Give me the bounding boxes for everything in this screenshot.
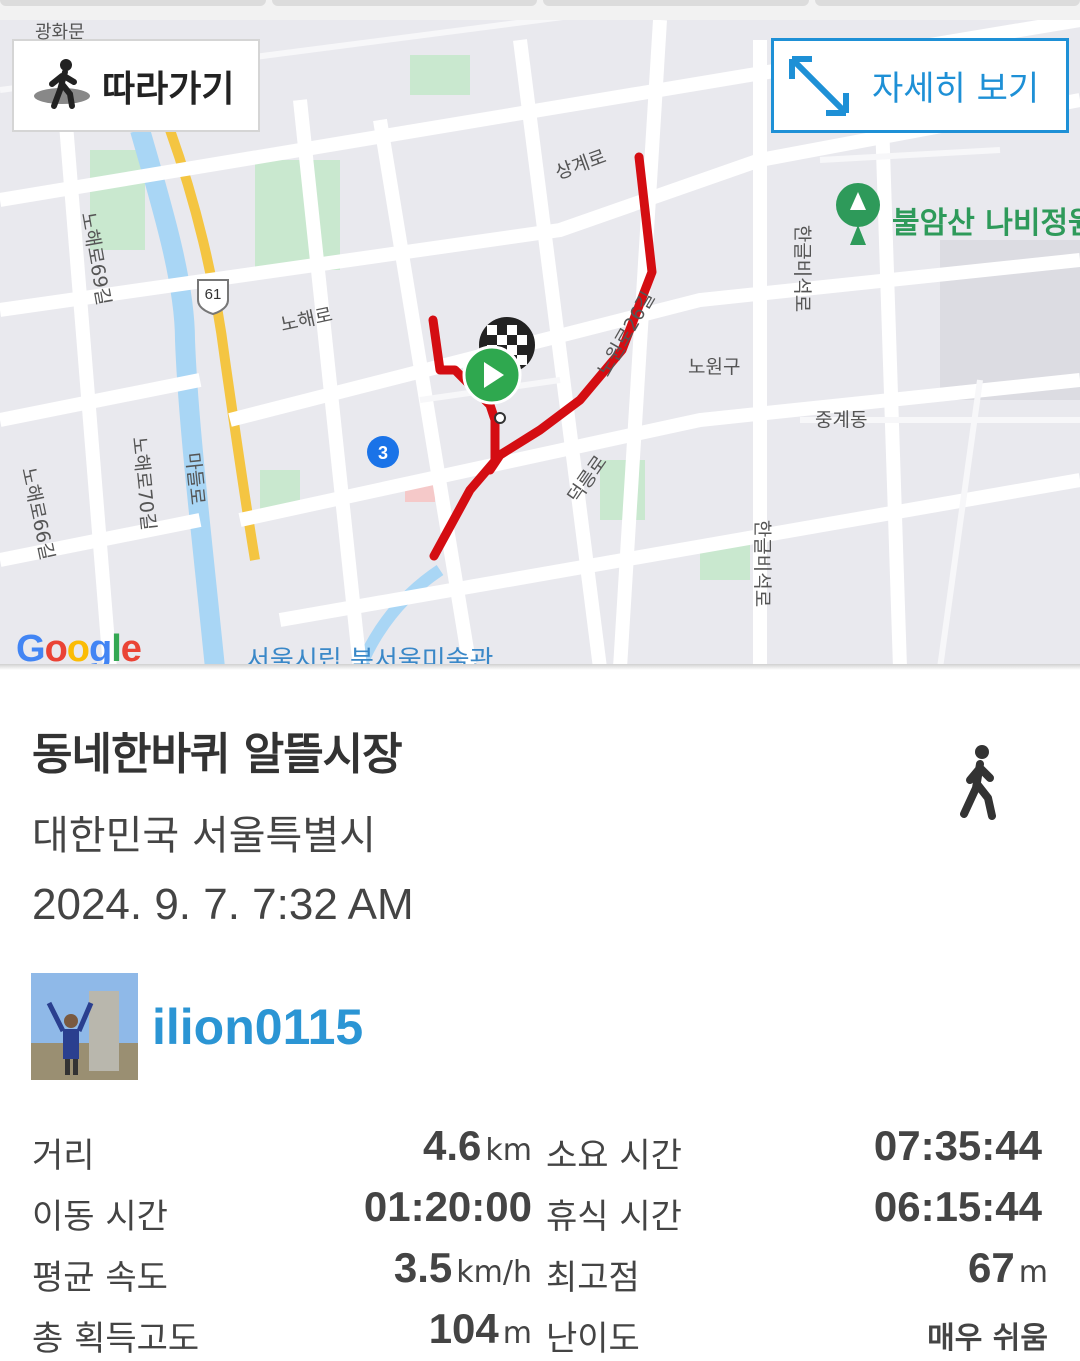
elevation-gain-label: 총 획득고도	[32, 1319, 200, 1359]
google-logo: Google	[16, 628, 142, 668]
map-label-top: 광화문	[35, 22, 85, 43]
distance-value: 4.6 km	[423, 1122, 532, 1169]
activity-location: 대한민국 서울특별시	[32, 813, 376, 859]
follow-button-label: 따라가기	[102, 68, 235, 110]
map-label-junggye-dong: 중계동	[815, 409, 868, 431]
avg-speed-value: 3.5 km/h	[393, 1244, 532, 1291]
difficulty-label: 난이도	[546, 1319, 640, 1359]
stats-row-2: 이동 시간 01:20:00 휴식 시간 06:15:44	[0, 1179, 1080, 1239]
map-park-label: 불암산 나비정원	[892, 206, 1080, 241]
avatar[interactable]	[31, 973, 138, 1080]
map-tab-strip	[0, 0, 1080, 20]
expand-icon	[789, 55, 849, 116]
svg-text:61: 61	[205, 286, 222, 303]
svg-text:3: 3	[378, 443, 388, 463]
rest-time-label: 휴식 시간	[546, 1197, 682, 1237]
activity-title: 동네한바퀴 알뜰시장	[32, 729, 403, 780]
activity-datetime: 2024. 9. 7. 7:32 AM	[32, 880, 414, 929]
total-time-label: 소요 시간	[546, 1136, 682, 1176]
stats-row-4: 총 획득고도 104 m 난이도 매우 쉬움	[0, 1301, 1080, 1361]
route-map[interactable]: 3 61 따라가기 자세히 보기 광화문 상계로 노해로69길 노해로 노원로2…	[0, 0, 1080, 668]
moving-time-label: 이동 시간	[32, 1197, 168, 1237]
map-label-nowon-gu: 노원구	[688, 356, 741, 378]
moving-time-value: 01:20:00	[363, 1183, 532, 1230]
total-time-value: 07:35:44	[873, 1122, 1042, 1169]
stats-row-3: 평균 속도 3.5 km/h 최고점 67 m	[0, 1240, 1080, 1300]
difficulty-value: 매우 쉬움	[927, 1321, 1048, 1356]
hiker-icon	[960, 745, 996, 820]
map-label-madeul-ro: 마들로	[181, 451, 209, 506]
avatar-photo	[31, 973, 138, 1080]
detail-view-button[interactable]: 자세히 보기	[771, 38, 1069, 133]
max-alt-value: 67 m	[968, 1244, 1048, 1291]
follow-button[interactable]: 따라가기	[12, 39, 260, 132]
rest-time-value: 06:15:44	[873, 1183, 1042, 1230]
follow-walker-icon	[34, 58, 90, 109]
max-alt-label: 최고점	[546, 1258, 640, 1298]
map-label-hangeul-2: 한글비석로	[751, 519, 774, 608]
elevation-gain-value: 104 m	[428, 1305, 532, 1352]
username[interactable]: ilion0115	[152, 998, 363, 1056]
distance-label: 거리	[32, 1136, 95, 1176]
map-divider	[0, 664, 1080, 670]
detail-button-label: 자세히 보기	[872, 69, 1040, 109]
stats-row-1: 거리 4.6 km 소요 시간 07:35:44	[0, 1118, 1080, 1178]
map-label-hangeul-1: 한글비석로	[791, 224, 814, 313]
avg-speed-label: 평균 속도	[32, 1258, 168, 1298]
